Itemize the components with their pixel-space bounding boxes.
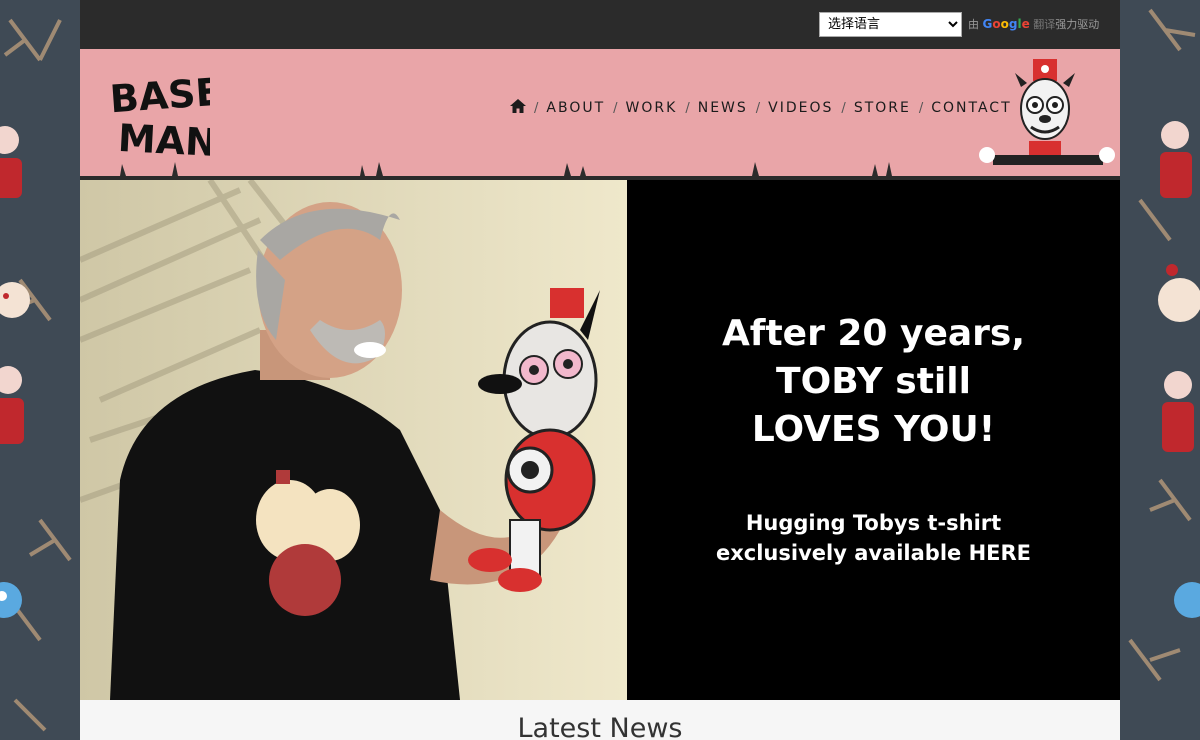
hero-headline: After 20 years, TOBY still LOVES YOU! xyxy=(627,310,1120,454)
hero-headline-line: TOBY still xyxy=(776,361,971,402)
nav-separator: / xyxy=(534,100,539,116)
nav-separator: / xyxy=(918,100,924,116)
latest-news-title: Latest News xyxy=(517,713,683,740)
left-background-pattern xyxy=(0,0,80,740)
google-logo: Google xyxy=(982,17,1030,31)
right-background-pattern xyxy=(1120,0,1200,740)
nav-videos[interactable]: VIDEOS xyxy=(768,100,833,116)
nav-about[interactable]: ABOUT xyxy=(546,100,605,116)
hero-subline-line: Hugging Tobys t-shirt xyxy=(745,511,1002,535)
nav-store[interactable]: STORE xyxy=(854,100,911,116)
powered-by-prefix: 由 xyxy=(968,18,979,31)
nav-separator: / xyxy=(841,100,846,116)
latest-news-section: Latest News xyxy=(80,700,1120,740)
page-container: 选择语言 由 Google 翻译强力驱动 BASE MAN / ABOUT / … xyxy=(80,0,1120,740)
hero-headline-line: After 20 years, xyxy=(721,313,1026,354)
nav-home[interactable] xyxy=(510,99,526,117)
hero-subline-line[interactable]: exclusively available HERE xyxy=(627,538,1120,568)
hero-headline-line: LOVES YOU! xyxy=(751,409,996,450)
powered-by-suffix: 强力驱动 xyxy=(1055,18,1100,31)
hero-subline[interactable]: Hugging Tobys t-shirt exclusively availa… xyxy=(627,508,1120,568)
site-header: BASE MAN / ABOUT / WORK / NEWS / VIDEOS … xyxy=(80,49,1120,180)
man-holding-toby-figure-image xyxy=(80,180,627,700)
nav-work[interactable]: WORK xyxy=(626,100,678,116)
home-icon xyxy=(510,99,526,113)
nav-separator: / xyxy=(755,100,761,116)
hero-text-panel: After 20 years, TOBY still LOVES YOU! Hu… xyxy=(627,180,1120,700)
translate-link[interactable]: 翻译 xyxy=(1033,18,1055,31)
hero-photo xyxy=(80,180,627,700)
baseman-logo[interactable]: BASE MAN xyxy=(108,69,210,157)
svg-text:MAN: MAN xyxy=(117,116,210,157)
nav-separator: / xyxy=(613,100,618,116)
language-select[interactable]: 选择语言 xyxy=(819,12,962,37)
nav-news[interactable]: NEWS xyxy=(698,100,748,116)
google-translate-credit[interactable]: 由 Google 翻译强力驱动 xyxy=(968,16,1099,32)
header-drip-border xyxy=(80,162,1120,180)
main-navigation: / ABOUT / WORK / NEWS / VIDEOS / STORE /… xyxy=(510,99,1012,117)
svg-text:BASE: BASE xyxy=(108,70,210,122)
toby-mascot-illustration xyxy=(979,59,1115,165)
nav-separator: / xyxy=(685,100,690,116)
top-bar: 选择语言 由 Google 翻译强力驱动 xyxy=(80,0,1120,49)
hero-banner[interactable]: After 20 years, TOBY still LOVES YOU! Hu… xyxy=(80,180,1120,700)
